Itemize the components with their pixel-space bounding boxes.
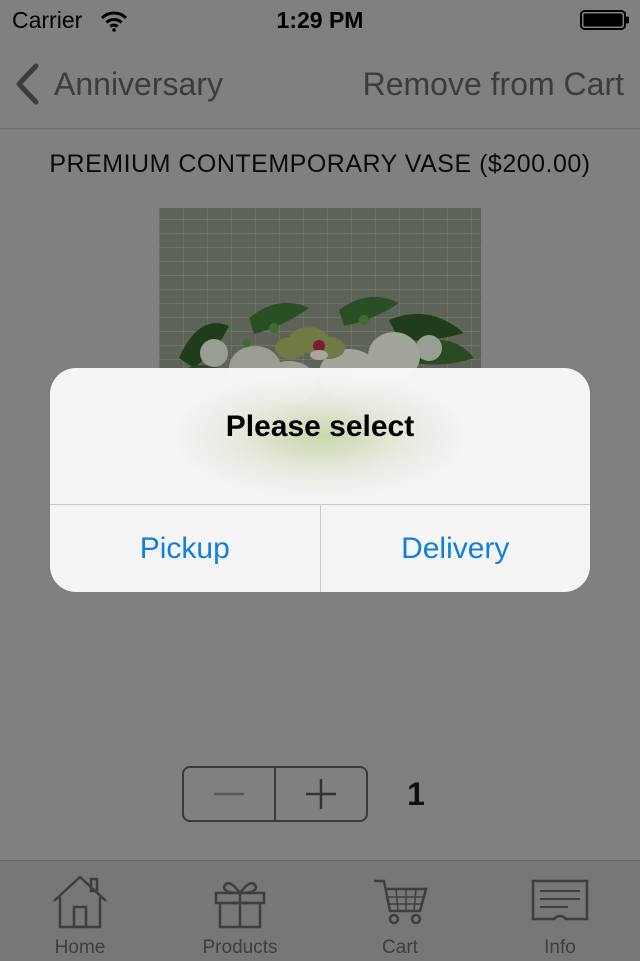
- minus-icon: [214, 792, 244, 796]
- pickup-button[interactable]: Pickup: [50, 505, 320, 592]
- alert-title: Please select: [225, 410, 415, 443]
- remove-from-cart-button[interactable]: Remove from Cart: [363, 60, 624, 108]
- navigation-bar: Anniversary Remove from Cart: [0, 40, 640, 129]
- gift-icon: [214, 881, 266, 929]
- quantity-stepper[interactable]: [182, 766, 368, 822]
- cart-icon: [374, 879, 428, 925]
- tab-products[interactable]: Products: [160, 861, 320, 961]
- tab-label: Home: [54, 937, 106, 958]
- back-button[interactable]: Anniversary: [14, 60, 223, 108]
- quantity-value: 1: [407, 776, 425, 812]
- plus-icon: [306, 779, 336, 809]
- chevron-left-icon: [16, 63, 39, 105]
- home-icon: [53, 875, 107, 929]
- status-time: 1:29 PM: [276, 7, 364, 33]
- alert-button-row: Pickup Delivery: [50, 505, 590, 592]
- tab-info[interactable]: Info: [480, 861, 640, 961]
- status-bar: Carrier 1:29 PM: [0, 0, 640, 40]
- tab-bar: Home Products Cart Info: [0, 860, 640, 961]
- tab-home[interactable]: Home: [0, 861, 160, 961]
- decrement-button[interactable]: [184, 768, 274, 820]
- product-title: PREMIUM CONTEMPORARY VASE ($200.00): [49, 150, 591, 178]
- tab-label: Cart: [382, 937, 418, 958]
- battery-icon: [580, 10, 629, 30]
- tab-label: Products: [202, 937, 278, 958]
- back-label: Anniversary: [54, 65, 223, 102]
- alert-dialog: Please select Pickup Delivery: [50, 368, 590, 592]
- delivery-button[interactable]: Delivery: [321, 505, 591, 592]
- increment-button[interactable]: [276, 768, 366, 820]
- tab-cart[interactable]: Cart: [320, 861, 480, 961]
- info-card-icon: [531, 879, 589, 921]
- tab-label: Info: [544, 937, 576, 958]
